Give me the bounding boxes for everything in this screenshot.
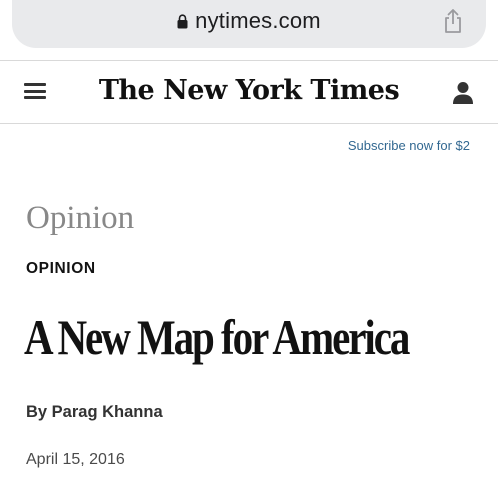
user-icon[interactable] bbox=[452, 81, 474, 105]
subscribe-link[interactable]: Subscribe now for $2 bbox=[348, 138, 470, 153]
share-icon[interactable] bbox=[442, 8, 464, 34]
url-group[interactable]: nytimes.com bbox=[12, 8, 486, 34]
section-label[interactable]: Opinion bbox=[26, 200, 134, 237]
masthead-logo[interactable]: The New York Times bbox=[0, 75, 498, 106]
article-byline: By Parag Khanna bbox=[26, 403, 163, 421]
article-date: April 15, 2016 bbox=[26, 451, 125, 468]
address-bar[interactable]: nytimes.com bbox=[12, 0, 486, 48]
article-kicker: OPINION bbox=[26, 260, 96, 277]
page: nytimes.com The New York Times Subscribe bbox=[0, 0, 498, 500]
site-header: The New York Times bbox=[0, 60, 498, 124]
article-headline: A New Map for America bbox=[24, 309, 410, 365]
lock-icon bbox=[177, 13, 188, 29]
url-text[interactable]: nytimes.com bbox=[195, 8, 321, 34]
browser-chrome: nytimes.com bbox=[0, 0, 498, 60]
